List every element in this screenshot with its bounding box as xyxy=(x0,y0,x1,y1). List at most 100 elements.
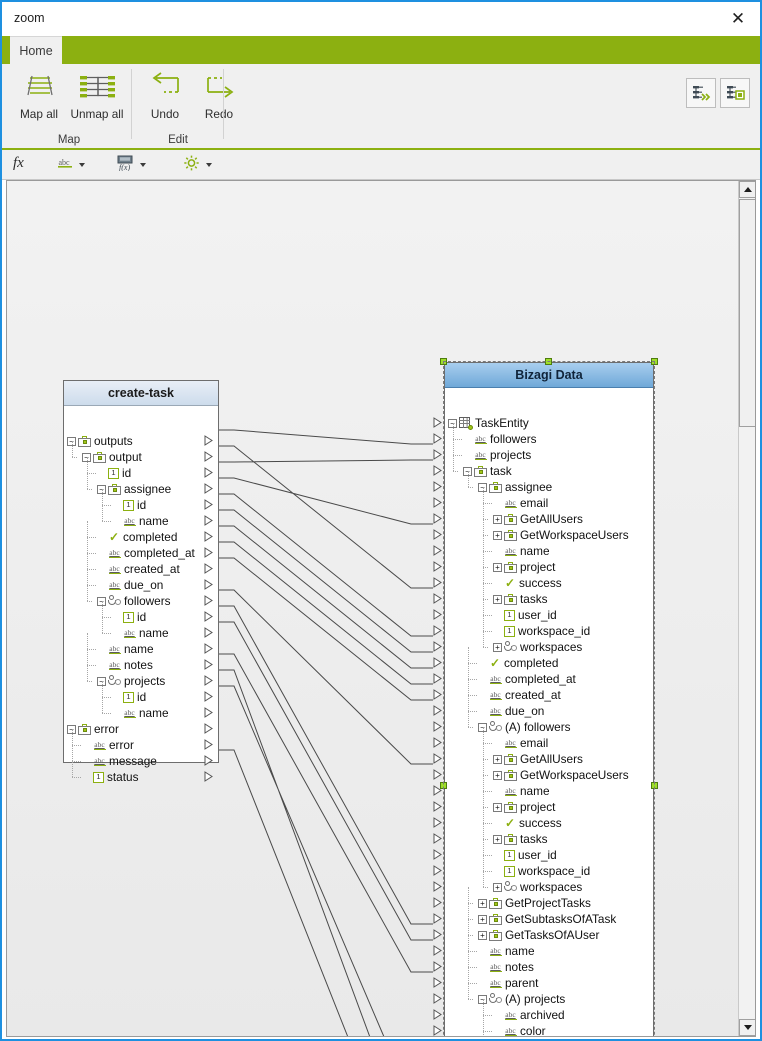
tree-node[interactable]: + GetTasksOfAUser xyxy=(478,927,599,943)
mapping-port[interactable] xyxy=(204,723,213,734)
tree-node[interactable]: ✓ completed xyxy=(478,655,558,671)
expand-node-icon[interactable]: + xyxy=(478,914,487,924)
mapping-port[interactable] xyxy=(433,705,442,716)
selection-handle[interactable] xyxy=(440,781,447,789)
mapping-port[interactable] xyxy=(433,625,442,636)
tree-node[interactable]: + tasks xyxy=(493,831,548,847)
mapping-port[interactable] xyxy=(433,945,442,956)
tree-node[interactable]: abc notes xyxy=(97,657,153,673)
formula-function-dropdown[interactable]: f(x) xyxy=(117,154,146,176)
tree-node[interactable]: abc followers xyxy=(463,431,537,447)
mapping-port[interactable] xyxy=(204,467,213,478)
tree-node[interactable]: ✓ completed xyxy=(97,529,177,545)
expand-node-icon[interactable]: + xyxy=(493,882,502,892)
mapping-port[interactable] xyxy=(433,1025,442,1036)
mapping-port[interactable] xyxy=(433,641,442,652)
tree-node[interactable]: + GetWorkspaceUsers xyxy=(493,527,629,543)
expand-node-icon[interactable]: + xyxy=(493,594,502,604)
mapping-port[interactable] xyxy=(433,833,442,844)
tree-node[interactable]: − projects xyxy=(97,673,165,689)
selection-handle[interactable] xyxy=(440,358,447,365)
mapping-port[interactable] xyxy=(433,865,442,876)
expand-node-icon[interactable]: + xyxy=(493,770,502,780)
mapping-port[interactable] xyxy=(433,593,442,604)
tree-node[interactable]: + workspaces xyxy=(493,639,582,655)
tree-node[interactable]: − task xyxy=(463,463,512,479)
mapping-port[interactable] xyxy=(433,689,442,700)
tree-node[interactable]: + tasks xyxy=(493,591,548,607)
tree-node[interactable]: − assignee xyxy=(97,481,171,497)
mapping-port[interactable] xyxy=(433,769,442,780)
tree-node[interactable]: + workspaces xyxy=(493,879,582,895)
map-all-button[interactable]: Map all xyxy=(8,68,70,130)
tree-node[interactable]: abc name xyxy=(493,543,550,559)
tree-node[interactable]: − outputs xyxy=(67,433,133,449)
mapping-port[interactable] xyxy=(433,721,442,732)
mapping-port[interactable] xyxy=(204,579,213,590)
mapping-port[interactable] xyxy=(204,515,213,526)
tree-node[interactable]: − output xyxy=(82,449,142,465)
mapping-port[interactable] xyxy=(204,611,213,622)
tab-home[interactable]: Home xyxy=(10,36,62,65)
mapping-port[interactable] xyxy=(204,755,213,766)
redo-button[interactable]: Redo xyxy=(188,68,250,130)
tree-node[interactable]: 1 status xyxy=(82,769,138,785)
mapping-port[interactable] xyxy=(204,771,213,782)
mapping-port[interactable] xyxy=(433,993,442,1004)
tree-node-icon[interactable] xyxy=(720,78,750,108)
tree-node[interactable]: + project xyxy=(493,559,555,575)
tree-node[interactable]: abc name xyxy=(97,641,154,657)
tree-node[interactable]: abc name xyxy=(112,705,169,721)
tree-node[interactable]: + GetWorkspaceUsers xyxy=(493,767,629,783)
tree-node[interactable]: abc name xyxy=(112,625,169,641)
mapping-port[interactable] xyxy=(433,529,442,540)
expand-node-icon[interactable]: + xyxy=(493,642,502,652)
mapping-port[interactable] xyxy=(433,737,442,748)
tree-node[interactable]: + GetSubtasksOfATask xyxy=(478,911,616,927)
tree-node[interactable]: abc projects xyxy=(463,447,531,463)
tree-node[interactable]: abc completed_at xyxy=(97,545,195,561)
settings-dropdown[interactable] xyxy=(182,154,212,176)
mapping-port[interactable] xyxy=(204,531,213,542)
tree-node[interactable]: abc parent xyxy=(478,975,538,991)
tree-node[interactable]: 1 id xyxy=(97,465,131,481)
mapping-port[interactable] xyxy=(204,659,213,670)
mapping-port[interactable] xyxy=(433,881,442,892)
tree-node[interactable]: + GetAllUsers xyxy=(493,511,583,527)
mapping-port[interactable] xyxy=(433,561,442,572)
tree-node[interactable]: 1 user_id xyxy=(493,847,557,863)
tree-node[interactable]: 1 workspace_id xyxy=(493,623,590,639)
expand-node-icon[interactable]: + xyxy=(493,754,502,764)
tree-node[interactable]: abc due_on xyxy=(478,703,544,719)
tree-node[interactable]: abc archived xyxy=(493,1007,565,1023)
tree-node[interactable]: abc error xyxy=(82,737,134,753)
tree-node[interactable]: 1 id xyxy=(112,609,146,625)
mapping-port[interactable] xyxy=(433,977,442,988)
tree-node[interactable]: − TaskEntity xyxy=(448,415,529,431)
mapping-port[interactable] xyxy=(433,913,442,924)
mapping-port[interactable] xyxy=(204,627,213,638)
tree-node[interactable]: 1 workspace_id xyxy=(493,863,590,879)
tree-node[interactable]: + project xyxy=(493,799,555,815)
fx-button[interactable]: fx xyxy=(13,155,24,172)
mapping-port[interactable] xyxy=(433,801,442,812)
mapping-port[interactable] xyxy=(204,563,213,574)
selection-handle[interactable] xyxy=(651,358,658,365)
mapping-port[interactable] xyxy=(433,657,442,668)
bizagi-data-tree[interactable]: Bizagi Data − TaskEntity abc followers abc pr… xyxy=(433,362,654,1036)
mapping-port[interactable] xyxy=(204,707,213,718)
mapping-port[interactable] xyxy=(433,961,442,972)
expand-node-icon[interactable]: + xyxy=(493,530,502,540)
selection-handle[interactable] xyxy=(545,358,552,365)
scroll-down-button[interactable] xyxy=(739,1019,755,1036)
mapping-port[interactable] xyxy=(433,449,442,460)
mapping-port[interactable] xyxy=(433,577,442,588)
scrollbar-thumb[interactable] xyxy=(739,199,755,427)
mapping-port[interactable] xyxy=(204,451,213,462)
tree-node[interactable]: + GetAllUsers xyxy=(493,751,583,767)
expand-node-icon[interactable]: + xyxy=(493,834,502,844)
close-icon[interactable]: ✕ xyxy=(716,2,760,35)
tree-node[interactable]: abc name xyxy=(478,943,535,959)
tree-node[interactable]: abc completed_at xyxy=(478,671,576,687)
abc-function-dropdown[interactable]: abc xyxy=(57,154,85,176)
